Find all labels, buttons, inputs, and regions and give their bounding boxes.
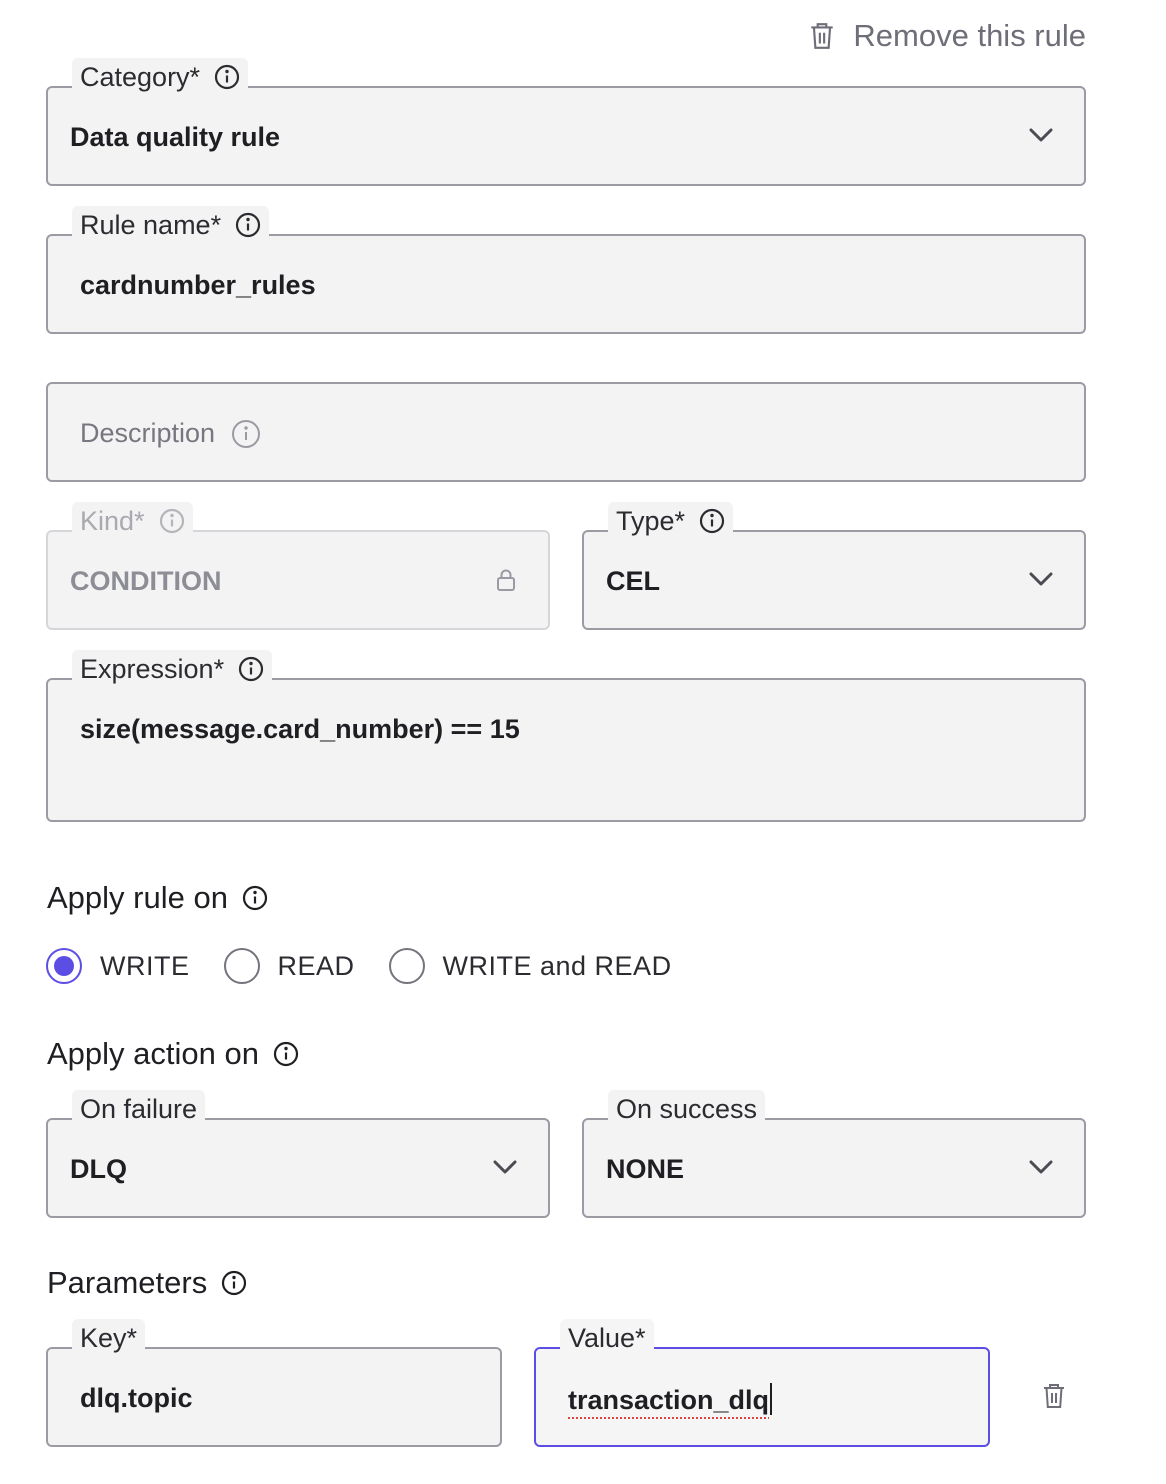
chevron-down-icon bbox=[1029, 1160, 1053, 1174]
trash-icon[interactable] bbox=[1042, 1382, 1066, 1410]
apply-action-on-heading: Apply action on bbox=[47, 1036, 299, 1072]
expression-value: size(message.card_number) == 15 bbox=[80, 714, 520, 744]
info-icon[interactable] bbox=[159, 508, 185, 534]
radio-write-and-read[interactable]: WRITE and READ bbox=[388, 948, 672, 984]
expression-field[interactable]: Expression* size(message.card_number) ==… bbox=[46, 650, 1086, 822]
info-icon[interactable] bbox=[235, 212, 261, 238]
info-icon[interactable] bbox=[699, 508, 725, 534]
info-icon[interactable] bbox=[214, 64, 240, 90]
category-select[interactable]: Category* Data quality rule bbox=[46, 58, 1086, 186]
value-input-text: transaction_dlq bbox=[568, 1383, 773, 1416]
on-success-value: NONE bbox=[606, 1154, 685, 1184]
rule-name-field[interactable]: Rule name* cardnumber_rules bbox=[46, 206, 1086, 334]
rule-name-value: cardnumber_rules bbox=[80, 270, 316, 300]
rule-name-label: Rule name* bbox=[80, 209, 222, 240]
radio-label: READ bbox=[277, 950, 355, 981]
apply-rule-on-heading: Apply rule on bbox=[47, 880, 268, 916]
rule-editor-form: Remove this rule Category* Data quality … bbox=[0, 0, 1166, 1484]
text-caret bbox=[770, 1383, 773, 1415]
category-label: Category* bbox=[80, 61, 201, 92]
parameters-heading: Parameters bbox=[47, 1265, 247, 1301]
radio-write[interactable]: WRITE bbox=[46, 948, 190, 984]
info-icon[interactable] bbox=[221, 1270, 247, 1296]
apply-action-on-label: Apply action on bbox=[47, 1036, 259, 1071]
kind-field: Kind* CONDITION bbox=[46, 502, 550, 630]
parameter-key-field[interactable]: Key* dlq.topic bbox=[46, 1319, 502, 1447]
category-value: Data quality rule bbox=[70, 122, 281, 152]
radio-circle[interactable] bbox=[388, 948, 425, 984]
info-icon[interactable] bbox=[231, 419, 261, 449]
radio-label: WRITE bbox=[100, 950, 190, 981]
parameters-label: Parameters bbox=[47, 1265, 208, 1300]
info-icon[interactable] bbox=[238, 656, 264, 682]
on-failure-label: On failure bbox=[80, 1093, 198, 1124]
parameter-value-field[interactable]: Value* transaction_dlq bbox=[534, 1319, 990, 1447]
trash-icon bbox=[811, 23, 834, 49]
value-text: transaction_dlq bbox=[568, 1385, 770, 1415]
on-failure-value: DLQ bbox=[70, 1154, 127, 1184]
radio-read[interactable]: READ bbox=[223, 948, 355, 984]
radio-circle[interactable] bbox=[223, 948, 260, 984]
type-value: CEL bbox=[606, 566, 660, 596]
key-value: dlq.topic bbox=[80, 1383, 193, 1413]
on-failure-select[interactable]: On failure DLQ bbox=[46, 1090, 550, 1218]
on-success-select[interactable]: On success NONE bbox=[582, 1090, 1086, 1218]
value-label: Value* bbox=[568, 1322, 646, 1353]
remove-rule-button[interactable]: Remove this rule bbox=[809, 18, 1086, 54]
kind-value: CONDITION bbox=[70, 566, 222, 596]
type-label: Type* bbox=[616, 505, 686, 536]
radio-circle[interactable] bbox=[46, 948, 82, 984]
apply-rule-on-label: Apply rule on bbox=[47, 880, 228, 915]
lock-icon bbox=[497, 569, 515, 591]
chevron-down-icon bbox=[493, 1160, 517, 1174]
key-label: Key* bbox=[80, 1322, 138, 1353]
chevron-down-icon bbox=[1029, 572, 1053, 586]
apply-rule-on-radio-group: WRITE READ WRITE and READ bbox=[46, 948, 706, 984]
chevron-down-icon bbox=[1029, 128, 1053, 142]
on-success-label: On success bbox=[616, 1093, 758, 1124]
description-placeholder: Description bbox=[80, 418, 216, 448]
description-field[interactable]: Description bbox=[46, 382, 1086, 482]
kind-label: Kind* bbox=[80, 505, 145, 536]
remove-rule-label: Remove this rule bbox=[853, 18, 1086, 53]
info-icon[interactable] bbox=[242, 885, 268, 911]
expression-label: Expression* bbox=[80, 653, 225, 684]
type-select[interactable]: Type* CEL bbox=[582, 502, 1086, 630]
radio-label: WRITE and READ bbox=[442, 950, 672, 981]
info-icon[interactable] bbox=[273, 1041, 299, 1067]
